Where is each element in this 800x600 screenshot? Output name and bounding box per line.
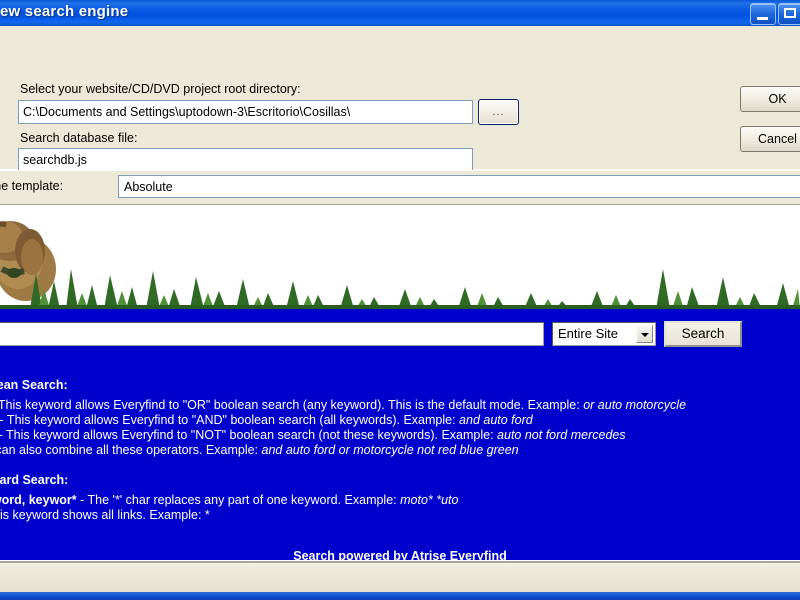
dialog-panel: Select your website/CD/DVD project root … (0, 26, 800, 172)
search-database-label: Search database file: (20, 131, 138, 145)
taskbar (0, 592, 800, 600)
status-bar (0, 560, 800, 593)
grass-illustration (0, 269, 800, 309)
boolean-rule-and: ND - This keyword allows Everyfind to "A… (0, 413, 533, 427)
search-button[interactable]: Search (664, 321, 742, 347)
boolean-rule-or: R - This keyword allows Everyfind to "OR… (0, 398, 687, 412)
powered-by-link[interactable]: Search powered by Atrise Everyfind (293, 549, 507, 560)
boolean-rule-combine: ou can also combine all these operators.… (0, 443, 519, 457)
minimize-icon (757, 17, 768, 20)
project-root-label: Select your website/CD/DVD project root … (20, 82, 301, 96)
wildcard-search-heading: ildcard Search: (0, 473, 69, 487)
project-root-input[interactable]: C:\Documents and Settings\uptodown-3\Esc… (18, 100, 473, 124)
wildcard-rule-all: - This keyword shows all links. Example:… (0, 508, 210, 522)
powered-by: Search powered by Atrise Everyfind (0, 549, 800, 560)
search-scope-select[interactable]: Entire Site (552, 322, 656, 346)
application-window: ew search engine Select your website/CD/… (0, 0, 800, 600)
minimize-button[interactable] (750, 3, 776, 25)
template-combobox[interactable]: Absolute (118, 175, 800, 198)
banner-image (0, 205, 800, 309)
maximize-button[interactable] (778, 3, 800, 25)
boolean-rule-not: OT - This keyword allows Everyfind to "N… (0, 428, 626, 442)
search-scope-value: Entire Site (558, 326, 618, 341)
template-label: ch engine template: (0, 179, 64, 193)
wildcard-rule-star: eyword, keywor* - The '*' char replaces … (0, 493, 459, 507)
chevron-down-icon (636, 325, 653, 343)
window-title: ew search engine (0, 3, 129, 20)
title-bar: ew search engine (0, 0, 800, 26)
window-controls (750, 3, 800, 25)
ok-button[interactable]: OK (740, 86, 800, 112)
browse-button[interactable]: ... (478, 99, 519, 125)
cancel-button[interactable]: Cancel (740, 126, 800, 152)
search-input[interactable] (0, 322, 544, 346)
template-preview-pane: Entire Site Search oolean Search: R - Th… (0, 205, 800, 560)
search-bar: Entire Site Search (0, 309, 800, 358)
maximize-icon (784, 8, 796, 18)
boolean-search-heading: oolean Search: (0, 378, 68, 392)
search-help-block: oolean Search: R - This keyword allows E… (0, 358, 800, 560)
search-database-input[interactable]: searchdb.js (18, 148, 473, 172)
template-strip: ch engine template: Absolute (0, 170, 800, 205)
